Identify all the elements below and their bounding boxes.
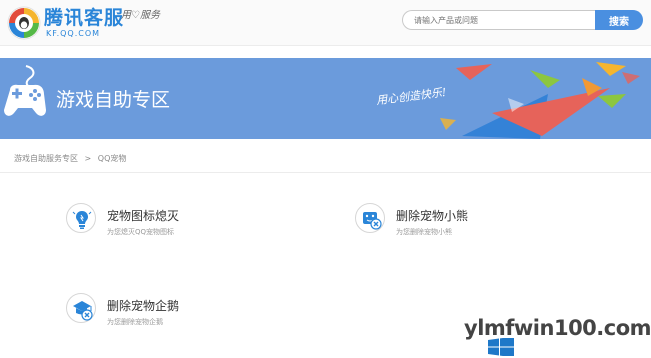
windows-logo-icon bbox=[488, 338, 514, 356]
section-divider bbox=[0, 172, 651, 173]
search-button[interactable]: 搜索 bbox=[595, 10, 643, 30]
watermark-text: ylmfwin100.com bbox=[464, 316, 651, 340]
brand-name[interactable]: 腾讯客服 bbox=[44, 3, 124, 30]
bulb-icon bbox=[66, 203, 96, 233]
top-header: 腾讯客服 用♡服务 KF.QQ.COM 搜索 bbox=[0, 0, 651, 46]
breadcrumb: 游戏自助服务专区 > QQ宠物 bbox=[14, 153, 130, 164]
tile-description: 为您删除宠物小熊 bbox=[396, 228, 452, 236]
page: 腾讯客服 用♡服务 KF.QQ.COM 搜索 bbox=[0, 0, 651, 358]
delete-bear-icon bbox=[355, 203, 385, 233]
tile-description: 为您熄灭QQ宠物图标 bbox=[107, 228, 175, 236]
delete-penguin-icon bbox=[66, 293, 96, 323]
header-slogan: 用♡服务 bbox=[121, 10, 160, 21]
qq-logo-icon[interactable] bbox=[6, 5, 42, 41]
breadcrumb-separator: > bbox=[84, 154, 92, 163]
tile-description: 为您删除宠物企鹅 bbox=[107, 318, 163, 326]
brand-domain: KF.QQ.COM bbox=[46, 29, 101, 38]
gamepad-icon bbox=[4, 65, 46, 116]
tile-title[interactable]: 删除宠物小熊 bbox=[396, 207, 468, 224]
game-banner: 游戏自助专区 用心创造快乐! bbox=[0, 58, 651, 139]
tile-title[interactable]: 宠物图标熄灭 bbox=[107, 207, 179, 224]
breadcrumb-home-link[interactable]: 游戏自助服务专区 bbox=[14, 154, 78, 163]
banner-title: 游戏自助专区 bbox=[56, 89, 171, 111]
breadcrumb-current: QQ宠物 bbox=[97, 154, 127, 163]
search-input[interactable] bbox=[402, 10, 595, 30]
tile-title[interactable]: 删除宠物企鹅 bbox=[107, 297, 179, 314]
